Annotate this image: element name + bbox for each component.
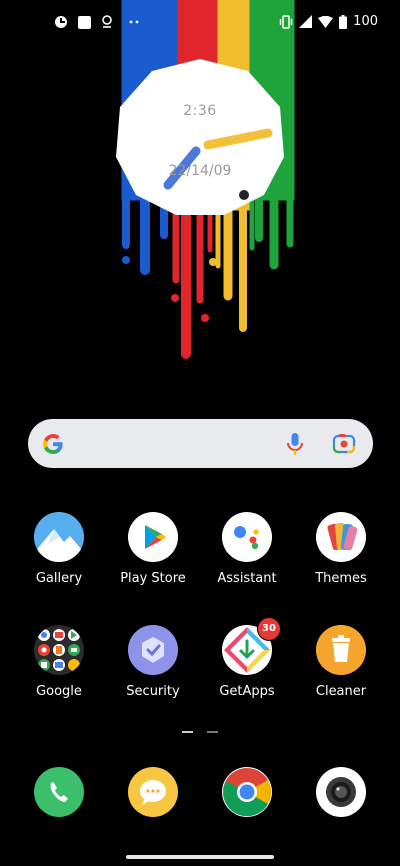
app-cleaner[interactable]: Cleaner bbox=[293, 625, 389, 699]
mic-icon[interactable] bbox=[285, 432, 305, 456]
app-label: Security bbox=[126, 684, 180, 699]
chrome-icon bbox=[222, 767, 272, 817]
clock-widget[interactable]: 2:36 22/14/09 bbox=[114, 57, 286, 217]
location-pin-icon bbox=[102, 15, 112, 28]
google-logo-icon bbox=[42, 433, 63, 455]
cleaner-icon bbox=[316, 625, 366, 675]
dock-camera[interactable] bbox=[293, 767, 389, 817]
camera-icon bbox=[316, 767, 366, 817]
signal-icon bbox=[299, 15, 313, 28]
clock-face bbox=[116, 59, 284, 215]
app-notification-icon bbox=[55, 16, 67, 28]
page-dot bbox=[207, 731, 218, 733]
clock-date: 22/14/09 bbox=[168, 163, 232, 179]
status-bar: 100 bbox=[0, 0, 400, 44]
app-assistant[interactable]: Assistant bbox=[199, 512, 295, 586]
status-right-icons: 100 bbox=[279, 14, 378, 29]
more-dots-icon bbox=[129, 20, 139, 24]
google-folder-icon bbox=[34, 625, 84, 675]
app-play-store[interactable]: Play Store bbox=[105, 512, 201, 586]
app-label: Assistant bbox=[217, 571, 277, 586]
assistant-icon bbox=[222, 512, 272, 562]
google-search-bar[interactable] bbox=[28, 419, 373, 468]
app-gallery[interactable]: Gallery bbox=[11, 512, 107, 586]
battery-level: 100 bbox=[353, 14, 378, 29]
clock-time: 2:36 bbox=[183, 103, 217, 119]
dock-phone[interactable] bbox=[11, 767, 107, 817]
app-label: Gallery bbox=[35, 571, 83, 586]
app-themes[interactable]: Themes bbox=[293, 512, 389, 586]
gallery-icon bbox=[34, 512, 84, 562]
themes-icon bbox=[316, 512, 366, 562]
battery-icon bbox=[339, 14, 348, 29]
app-label: GetApps bbox=[219, 684, 275, 699]
square-notification-icon bbox=[78, 15, 91, 29]
phone-icon bbox=[34, 767, 84, 817]
status-left-icons bbox=[54, 15, 139, 29]
app-getapps[interactable]: 30 GetApps bbox=[199, 617, 295, 699]
app-security[interactable]: Security bbox=[105, 625, 201, 699]
security-icon bbox=[128, 625, 178, 675]
wifi-icon bbox=[318, 15, 334, 28]
app-label: Cleaner bbox=[315, 684, 367, 699]
app-folder-google[interactable]: Google bbox=[11, 625, 107, 699]
app-label: Play Store bbox=[120, 571, 186, 586]
messages-icon bbox=[128, 767, 178, 817]
dock-messages[interactable] bbox=[105, 767, 201, 817]
home-indicator[interactable] bbox=[126, 855, 274, 859]
lens-icon[interactable] bbox=[332, 432, 356, 456]
page-dot-active bbox=[182, 731, 193, 733]
page-indicator bbox=[182, 731, 218, 733]
app-label: Google bbox=[36, 684, 82, 699]
dock-chrome[interactable] bbox=[199, 767, 295, 817]
vibrate-icon bbox=[279, 14, 293, 29]
notification-badge: 30 bbox=[257, 617, 281, 641]
app-label: Themes bbox=[315, 571, 367, 586]
play-store-icon bbox=[128, 512, 178, 562]
